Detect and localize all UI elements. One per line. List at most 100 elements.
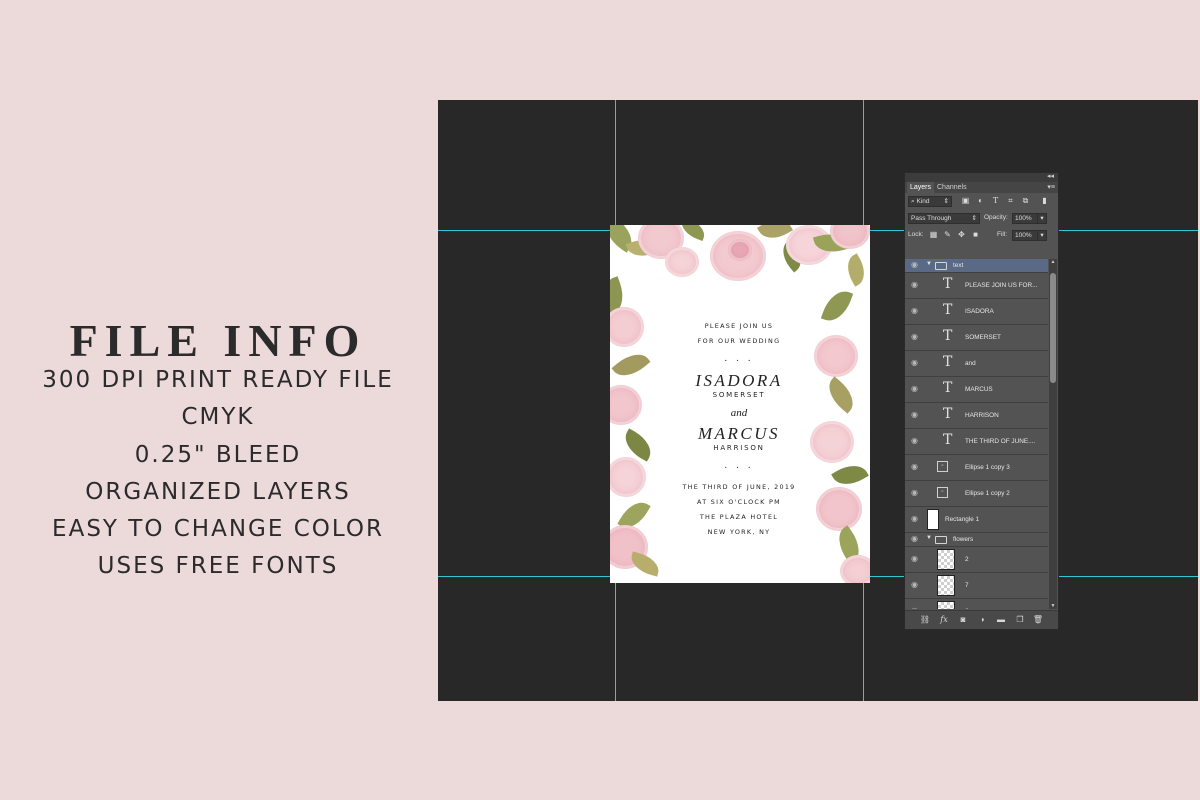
scroll-down-icon[interactable]: ▼ xyxy=(1049,603,1057,609)
rose-illustration xyxy=(840,555,870,583)
invite-surname-2: HARRISON xyxy=(713,444,765,452)
visibility-eye-icon[interactable]: ◉ xyxy=(908,410,921,419)
layer-thumbnail xyxy=(937,575,955,596)
expand-triangle-icon[interactable]: ▼ xyxy=(926,535,932,541)
panel-menu-icon[interactable]: ▾≡ xyxy=(1047,182,1055,193)
layer-row[interactable]: ◉ T ISADORA xyxy=(905,299,1048,325)
collapse-icon[interactable]: ◂◂ xyxy=(1047,172,1054,180)
layer-row[interactable]: ◉ T THE THIRD OF JUNE.... xyxy=(905,429,1048,455)
layer-thumbnail xyxy=(937,549,955,570)
text-layer-icon: T xyxy=(943,302,953,318)
layer-row[interactable]: ◉ ▫ Ellipse 1 copy 2 xyxy=(905,481,1048,507)
filter-shape-icon[interactable]: ⌗ xyxy=(1006,196,1015,205)
lock-transparent-icon[interactable]: ▦ xyxy=(929,230,938,239)
layer-name: MARCUS xyxy=(965,386,993,393)
add-mask-icon[interactable]: ◙ xyxy=(957,614,969,626)
filter-smart-object-icon[interactable]: ⧉ xyxy=(1021,196,1030,205)
visibility-eye-icon[interactable]: ◉ xyxy=(908,606,921,609)
layer-row[interactable]: ◉ 2 xyxy=(905,547,1048,573)
leaf-illustration xyxy=(611,346,651,384)
scroll-up-icon[interactable]: ▲ xyxy=(1049,259,1057,265)
tab-layers[interactable]: Layers xyxy=(907,182,935,193)
lock-move-icon[interactable]: ✥ xyxy=(957,230,966,239)
filter-pixel-icon[interactable]: ▣ xyxy=(961,196,970,205)
filter-adjustment-icon[interactable]: ◐ xyxy=(976,196,985,205)
invite-venue: THE PLAZA HOTEL xyxy=(699,513,779,521)
layer-name: text xyxy=(953,262,964,269)
fill-input[interactable]: 100% xyxy=(1012,230,1038,241)
link-layers-icon[interactable]: ⛓ xyxy=(919,614,931,626)
file-info-item: ORGANIZED LAYERS xyxy=(85,478,351,505)
layer-style-fx-icon[interactable]: fx xyxy=(938,614,950,626)
visibility-eye-icon[interactable]: ◉ xyxy=(908,280,921,289)
lock-paint-icon[interactable]: ✎ xyxy=(943,230,952,239)
fill-dropdown-icon[interactable]: ▾ xyxy=(1037,230,1047,241)
tab-channels[interactable]: Channels xyxy=(937,182,967,193)
rose-illustration xyxy=(814,335,858,377)
layers-panel: ◂◂ Layers Channels ▾≡ ⌕ Kind ⇕ ▣ ◐ T ⌗ ⧉… xyxy=(904,172,1059,630)
visibility-eye-icon[interactable]: ◉ xyxy=(908,306,921,315)
filter-row: ⌕ Kind ⇕ ▣ ◐ T ⌗ ⧉ ▮ xyxy=(905,193,1058,210)
layers-scrollbar[interactable]: ▲ ▼ xyxy=(1049,259,1057,609)
panel-titlebar: ◂◂ xyxy=(905,173,1058,182)
fill-label: Fill: xyxy=(997,231,1008,238)
text-layer-icon: T xyxy=(943,354,953,370)
layer-group[interactable]: ◉ ▼ flowers xyxy=(905,533,1048,547)
filter-toggle-icon[interactable]: ▮ xyxy=(1040,196,1049,205)
opacity-input[interactable]: 100% xyxy=(1012,213,1038,224)
blend-mode-select[interactable]: Pass Through ⇕ xyxy=(908,213,980,224)
invite-line-2: FOR OUR WEDDING xyxy=(697,337,781,345)
opacity-label: Opacity: xyxy=(984,214,1008,221)
layer-thumbnail xyxy=(927,509,939,530)
folder-icon xyxy=(935,262,947,270)
chevron-down-icon: ⇕ xyxy=(971,215,977,222)
visibility-eye-icon[interactable]: ◉ xyxy=(908,488,921,497)
layer-row[interactable]: ◉ T HARRISON xyxy=(905,403,1048,429)
layer-row[interactable]: ◉ Rectangle 1 xyxy=(905,507,1048,533)
search-icon: ⌕ xyxy=(911,198,915,205)
layer-name: SOMERSET xyxy=(965,334,1001,341)
layer-row[interactable]: ◉ Tand xyxy=(905,351,1048,377)
visibility-eye-icon[interactable]: ◉ xyxy=(908,534,921,543)
photoshop-canvas[interactable]: PLEASE JOIN US FOR OUR WEDDING . . . ISA… xyxy=(438,100,1198,701)
layer-row[interactable]: ◉ T PLEASE JOIN US FOR... xyxy=(905,273,1048,299)
leaf-illustration xyxy=(821,376,861,414)
layer-row[interactable]: ◉6 xyxy=(905,599,1048,609)
layer-name: ISADORA xyxy=(965,308,994,315)
text-layer-icon: T xyxy=(943,380,953,396)
visibility-eye-icon[interactable]: ◉ xyxy=(908,580,921,589)
visibility-eye-icon[interactable]: ◉ xyxy=(908,436,921,445)
visibility-eye-icon[interactable]: ◉ xyxy=(908,260,921,269)
lock-all-icon[interactable]: ■ xyxy=(971,230,980,239)
adjustment-layer-icon[interactable]: ◑ xyxy=(976,614,988,626)
layer-row[interactable]: ◉ T MARCUS xyxy=(905,377,1048,403)
filter-kind-select[interactable]: ⌕ Kind ⇕ xyxy=(908,196,952,207)
visibility-eye-icon[interactable]: ◉ xyxy=(908,514,921,523)
scrollbar-thumb[interactable] xyxy=(1050,273,1056,383)
new-layer-icon[interactable]: ❐ xyxy=(1014,614,1026,626)
invite-surname-1: SOMERSET xyxy=(712,391,766,399)
invitation-artboard: PLEASE JOIN US FOR OUR WEDDING . . . ISA… xyxy=(610,225,870,583)
visibility-eye-icon[interactable]: ◉ xyxy=(908,554,921,563)
visibility-eye-icon[interactable]: ◉ xyxy=(908,384,921,393)
layer-name: Rectangle 1 xyxy=(945,516,980,523)
layer-name: Ellipse 1 copy 3 xyxy=(965,464,1010,471)
visibility-eye-icon[interactable]: ◉ xyxy=(908,358,921,367)
layer-thumbnail xyxy=(937,601,955,609)
layer-row[interactable]: ◉ ▫ Ellipse 1 copy 3 xyxy=(905,455,1048,481)
layer-name: 2 xyxy=(965,556,969,563)
layer-group[interactable]: ◉ ▼ text xyxy=(905,259,1048,273)
invite-and: and xyxy=(730,407,748,419)
invite-line-1: PLEASE JOIN US xyxy=(704,322,774,330)
visibility-eye-icon[interactable]: ◉ xyxy=(908,332,921,341)
layer-row[interactable]: ◉ T SOMERSET xyxy=(905,325,1048,351)
layer-row[interactable]: ◉ 7 xyxy=(905,573,1048,599)
opacity-dropdown-icon[interactable]: ▾ xyxy=(1037,213,1047,224)
filter-type-icon[interactable]: T xyxy=(991,196,1000,205)
new-group-icon[interactable]: ▬ xyxy=(995,614,1007,626)
rose-illustration xyxy=(816,487,862,531)
expand-triangle-icon[interactable]: ▼ xyxy=(926,261,932,267)
visibility-eye-icon[interactable]: ◉ xyxy=(908,462,921,471)
blend-row: Pass Through ⇕ Opacity: 100% ▾ xyxy=(905,210,1058,227)
trash-icon[interactable]: 🗑 xyxy=(1032,614,1044,626)
